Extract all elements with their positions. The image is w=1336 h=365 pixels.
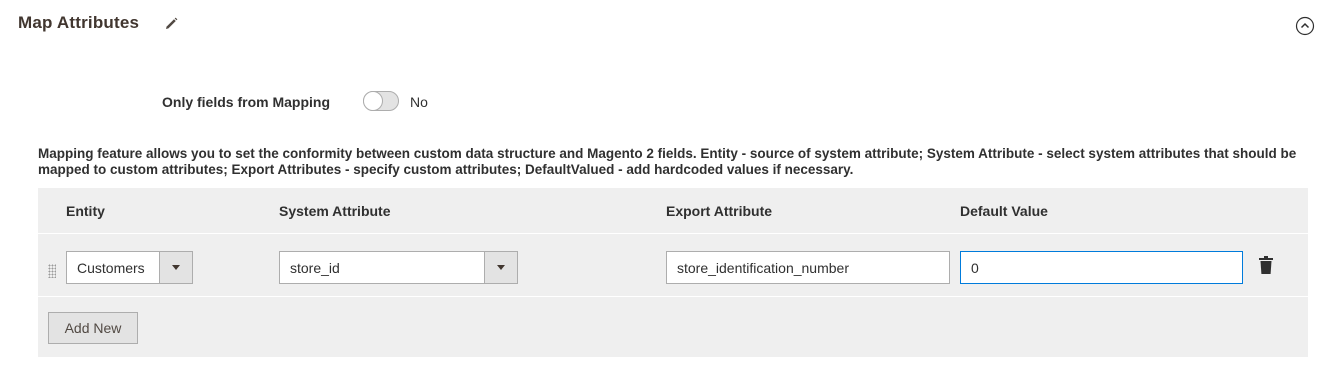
trash-icon[interactable] xyxy=(1258,255,1274,275)
export-attribute-input[interactable] xyxy=(666,251,950,284)
chevron-up-circle-icon[interactable] xyxy=(1295,16,1315,36)
entity-select-value: Customers xyxy=(77,260,145,276)
drag-handle-icon[interactable] xyxy=(48,264,56,278)
entity-select[interactable]: Customers xyxy=(66,251,193,284)
default-value-input[interactable] xyxy=(960,251,1243,284)
chevron-down-icon[interactable] xyxy=(159,252,192,283)
table-row: Customers store_id xyxy=(38,235,1308,297)
system-attribute-select[interactable]: store_id xyxy=(279,251,518,284)
grid-header: Entity System Attribute Export Attribute… xyxy=(38,188,1308,234)
column-header-system-attribute: System Attribute xyxy=(279,203,391,219)
toggle-knob xyxy=(363,91,383,111)
toggle-value-label: No xyxy=(410,94,428,110)
column-header-entity: Entity xyxy=(66,203,105,219)
only-fields-from-mapping-toggle[interactable] xyxy=(363,91,399,111)
system-attribute-select-value: store_id xyxy=(290,260,340,276)
add-new-button[interactable]: Add New xyxy=(48,312,138,344)
column-header-export-attribute: Export Attribute xyxy=(666,203,773,219)
mapping-description: Mapping feature allows you to set the co… xyxy=(38,146,1297,177)
column-header-default-value: Default Value xyxy=(960,203,1048,219)
chevron-down-icon[interactable] xyxy=(484,252,517,283)
pencil-icon[interactable] xyxy=(163,16,179,32)
mapping-grid: Entity System Attribute Export Attribute… xyxy=(38,188,1308,357)
section-title: Map Attributes xyxy=(18,13,140,32)
only-fields-from-mapping-label: Only fields from Mapping xyxy=(162,94,331,110)
